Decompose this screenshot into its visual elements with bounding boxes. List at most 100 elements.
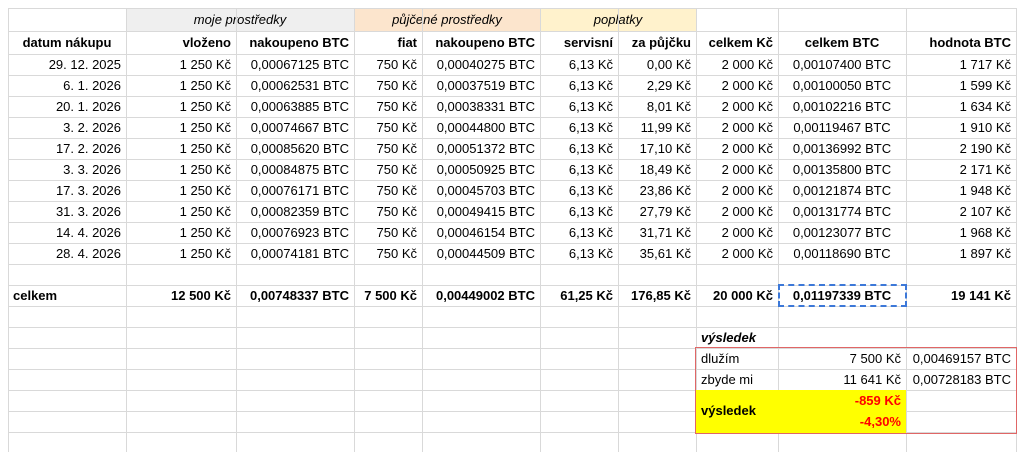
result-title[interactable]: výsledek — [696, 327, 896, 348]
table-cell[interactable]: 0,00045703 BTC — [422, 180, 540, 201]
table-cell[interactable]: 0,00082359 BTC — [236, 201, 354, 222]
table-cell[interactable]: 750 Kč — [354, 75, 422, 96]
table-cell[interactable]: 0,00074667 BTC — [236, 117, 354, 138]
table-cell[interactable]: 17. 3. 2026 — [8, 180, 126, 201]
table-cell[interactable]: 35,61 Kč — [618, 243, 696, 264]
table-cell[interactable]: 1 948 Kč — [906, 180, 1016, 201]
table-cell[interactable]: 0,00118690 BTC — [778, 243, 906, 264]
table-cell[interactable]: 6,13 Kč — [540, 117, 618, 138]
table-cell[interactable]: 6,13 Kč — [540, 180, 618, 201]
table-cell[interactable]: 0,00067125 BTC — [236, 54, 354, 75]
table-cell[interactable]: 750 Kč — [354, 243, 422, 264]
table-cell[interactable]: 750 Kč — [354, 117, 422, 138]
table-cell[interactable]: 1 250 Kč — [126, 54, 236, 75]
total-cell[interactable]: 20 000 Kč — [696, 285, 778, 306]
remaining-label[interactable]: zbyde mi — [696, 369, 778, 390]
col-header-bought-btc-borrowed[interactable]: nakoupeno BTC — [422, 31, 540, 54]
table-cell[interactable]: 0,00136992 BTC — [778, 138, 906, 159]
result-label[interactable]: výsledek — [696, 390, 778, 432]
table-cell[interactable]: 0,00123077 BTC — [778, 222, 906, 243]
table-cell[interactable]: 1 250 Kč — [126, 75, 236, 96]
owe-czk[interactable]: 7 500 Kč — [778, 348, 906, 369]
table-cell[interactable]: 17. 2. 2026 — [8, 138, 126, 159]
table-cell[interactable]: 18,49 Kč — [618, 159, 696, 180]
group-header-borrowed[interactable]: půjčené prostředky — [354, 8, 540, 31]
table-cell[interactable]: 0,00076923 BTC — [236, 222, 354, 243]
owe-btc[interactable]: 0,00469157 BTC — [906, 348, 1016, 369]
table-cell[interactable]: 0,00102216 BTC — [778, 96, 906, 117]
table-cell[interactable]: 0,00076171 BTC — [236, 180, 354, 201]
table-cell[interactable]: 0,00084875 BTC — [236, 159, 354, 180]
table-cell[interactable]: 11,99 Kč — [618, 117, 696, 138]
remaining-btc[interactable]: 0,00728183 BTC — [906, 369, 1016, 390]
table-cell[interactable]: 0,00063885 BTC — [236, 96, 354, 117]
table-cell[interactable]: 28. 4. 2026 — [8, 243, 126, 264]
group-header-own[interactable]: moje prostředky — [126, 8, 354, 31]
total-cell[interactable]: 176,85 Kč — [618, 285, 696, 306]
table-cell[interactable]: 6,13 Kč — [540, 54, 618, 75]
table-cell[interactable]: 0,00044509 BTC — [422, 243, 540, 264]
table-cell[interactable]: 1 599 Kč — [906, 75, 1016, 96]
total-cell[interactable]: 7 500 Kč — [354, 285, 422, 306]
table-cell[interactable]: 0,00131774 BTC — [778, 201, 906, 222]
table-cell[interactable]: 0,00119467 BTC — [778, 117, 906, 138]
table-cell[interactable]: 6,13 Kč — [540, 201, 618, 222]
table-cell[interactable]: 1 897 Kč — [906, 243, 1016, 264]
table-cell[interactable]: 1 250 Kč — [126, 117, 236, 138]
table-cell[interactable]: 0,00038331 BTC — [422, 96, 540, 117]
table-cell[interactable]: 1 250 Kč — [126, 159, 236, 180]
table-cell[interactable]: 1 250 Kč — [126, 138, 236, 159]
table-cell[interactable]: 2 000 Kč — [696, 201, 778, 222]
table-cell[interactable]: 0,00074181 BTC — [236, 243, 354, 264]
table-cell[interactable]: 6,13 Kč — [540, 138, 618, 159]
table-cell[interactable]: 2 000 Kč — [696, 159, 778, 180]
total-cell[interactable]: 0,00748337 BTC — [236, 285, 354, 306]
table-cell[interactable]: 2,29 Kč — [618, 75, 696, 96]
table-cell[interactable]: 6,13 Kč — [540, 75, 618, 96]
table-cell[interactable]: 2 000 Kč — [696, 96, 778, 117]
table-cell[interactable]: 0,00062531 BTC — [236, 75, 354, 96]
result-czk[interactable]: -859 Kč — [778, 390, 906, 411]
table-cell[interactable]: 0,00100050 BTC — [778, 75, 906, 96]
table-cell[interactable]: 1 910 Kč — [906, 117, 1016, 138]
result-percent[interactable]: -4,30% — [778, 411, 906, 432]
table-cell[interactable]: 0,00121874 BTC — [778, 180, 906, 201]
table-cell[interactable]: 0,00049415 BTC — [422, 201, 540, 222]
table-cell[interactable]: 0,00044800 BTC — [422, 117, 540, 138]
table-cell[interactable]: 14. 4. 2026 — [8, 222, 126, 243]
table-cell[interactable]: 6,13 Kč — [540, 243, 618, 264]
table-cell[interactable]: 6. 1. 2026 — [8, 75, 126, 96]
table-cell[interactable]: 31. 3. 2026 — [8, 201, 126, 222]
table-cell[interactable]: 0,00040275 BTC — [422, 54, 540, 75]
table-cell[interactable]: 0,00107400 BTC — [778, 54, 906, 75]
table-cell[interactable]: 0,00050925 BTC — [422, 159, 540, 180]
table-cell[interactable]: 0,00051372 BTC — [422, 138, 540, 159]
table-cell[interactable]: 1 250 Kč — [126, 201, 236, 222]
table-cell[interactable]: 0,00 Kč — [618, 54, 696, 75]
table-cell[interactable]: 20. 1. 2026 — [8, 96, 126, 117]
table-cell[interactable]: 3. 3. 2026 — [8, 159, 126, 180]
col-header-deposited[interactable]: vloženo — [126, 31, 236, 54]
table-cell[interactable]: 750 Kč — [354, 201, 422, 222]
col-header-total-czk[interactable]: celkem Kč — [696, 31, 778, 54]
remaining-czk[interactable]: 11 641 Kč — [778, 369, 906, 390]
table-cell[interactable]: 0,00046154 BTC — [422, 222, 540, 243]
table-cell[interactable]: 6,13 Kč — [540, 96, 618, 117]
table-cell[interactable]: 2 171 Kč — [906, 159, 1016, 180]
selected-cell-outline[interactable] — [778, 284, 907, 307]
table-cell[interactable]: 750 Kč — [354, 180, 422, 201]
table-cell[interactable]: 1 250 Kč — [126, 96, 236, 117]
total-cell[interactable]: 19 141 Kč — [906, 285, 1016, 306]
table-cell[interactable]: 750 Kč — [354, 96, 422, 117]
total-cell[interactable]: 61,25 Kč — [540, 285, 618, 306]
table-cell[interactable]: 27,79 Kč — [618, 201, 696, 222]
col-header-service-fee[interactable]: servisní — [540, 31, 618, 54]
col-header-btc-value[interactable]: hodnota BTC — [906, 31, 1016, 54]
table-cell[interactable]: 0,00085620 BTC — [236, 138, 354, 159]
table-cell[interactable]: 2 000 Kč — [696, 138, 778, 159]
table-cell[interactable]: 750 Kč — [354, 222, 422, 243]
table-cell[interactable]: 8,01 Kč — [618, 96, 696, 117]
table-cell[interactable]: 0,00135800 BTC — [778, 159, 906, 180]
table-cell[interactable]: 1 717 Kč — [906, 54, 1016, 75]
table-cell[interactable]: 750 Kč — [354, 159, 422, 180]
